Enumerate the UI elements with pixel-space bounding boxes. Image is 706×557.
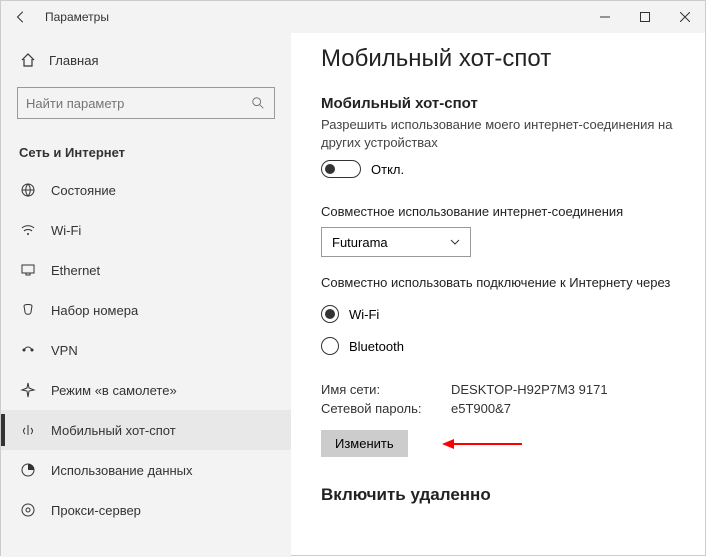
net-pass-value: e5T900&7 bbox=[451, 401, 511, 416]
sidebar-item-vpn[interactable]: VPN bbox=[1, 330, 291, 370]
proxy-icon bbox=[19, 501, 37, 519]
sidebar-item-hotspot[interactable]: Мобильный хот-спот bbox=[1, 410, 291, 450]
vpn-icon bbox=[19, 341, 37, 359]
hotspot-icon bbox=[19, 421, 37, 439]
sidebar-item-ethernet[interactable]: Ethernet bbox=[1, 250, 291, 290]
back-button[interactable] bbox=[1, 1, 41, 33]
minimize-button[interactable] bbox=[585, 1, 625, 33]
sidebar: Главная Сеть и Интернет Состояние Wi-Fi … bbox=[1, 33, 291, 557]
net-name-label: Имя сети: bbox=[321, 382, 451, 397]
toggle-state: Откл. bbox=[371, 162, 404, 177]
titlebar: Параметры bbox=[1, 1, 705, 33]
sidebar-item-label: Ethernet bbox=[51, 263, 100, 278]
close-button[interactable] bbox=[665, 1, 705, 33]
status-icon bbox=[19, 181, 37, 199]
net-name-value: DESKTOP-H92P7M3 9171 bbox=[451, 382, 608, 397]
search-icon bbox=[242, 96, 274, 110]
sidebar-item-dialup[interactable]: Набор номера bbox=[1, 290, 291, 330]
maximize-button[interactable] bbox=[625, 1, 665, 33]
sidebar-item-airplane[interactable]: Режим «в самолете» bbox=[1, 370, 291, 410]
hotspot-heading: Мобильный хот-спот bbox=[321, 95, 681, 112]
sidebar-item-wifi[interactable]: Wi-Fi bbox=[1, 210, 291, 250]
radio-bt-label: Bluetooth bbox=[349, 339, 404, 354]
sidebar-item-label: Набор номера bbox=[51, 303, 138, 318]
sidebar-item-label: Прокси-сервер bbox=[51, 503, 141, 518]
chevron-down-icon bbox=[450, 235, 460, 250]
hotspot-description: Разрешить использование моего интернет-с… bbox=[321, 116, 681, 152]
sidebar-item-label: Wi-Fi bbox=[51, 223, 81, 238]
hotspot-toggle[interactable] bbox=[321, 160, 361, 178]
sidebar-item-label: VPN bbox=[51, 343, 78, 358]
radio-wifi[interactable]: Wi-Fi bbox=[321, 298, 681, 330]
sidebar-item-status[interactable]: Состояние bbox=[1, 170, 291, 210]
search-field[interactable] bbox=[18, 96, 242, 111]
search-input[interactable] bbox=[17, 87, 275, 119]
radio-wifi-label: Wi-Fi bbox=[349, 307, 379, 322]
sidebar-item-label: Использование данных bbox=[51, 463, 193, 478]
main-panel: Мобильный хот-спот Мобильный хот-спот Ра… bbox=[291, 33, 705, 557]
radio-circle-icon bbox=[321, 337, 339, 355]
window-title: Параметры bbox=[45, 10, 109, 24]
share-select[interactable]: Futurama bbox=[321, 227, 471, 257]
share-value: Futurama bbox=[332, 235, 388, 250]
radio-bluetooth[interactable]: Bluetooth bbox=[321, 330, 681, 362]
ethernet-icon bbox=[19, 261, 37, 279]
net-pass-label: Сетевой пароль: bbox=[321, 401, 451, 416]
airplane-icon bbox=[19, 381, 37, 399]
edit-button[interactable]: Изменить bbox=[321, 430, 408, 457]
share-label: Совместное использование интернет-соедин… bbox=[321, 204, 681, 219]
dialup-icon bbox=[19, 301, 37, 319]
sidebar-item-label: Мобильный хот-спот bbox=[51, 423, 176, 438]
remote-heading: Включить удаленно bbox=[321, 485, 681, 505]
sidebar-item-label: Режим «в самолете» bbox=[51, 383, 177, 398]
data-icon bbox=[19, 461, 37, 479]
annotation-arrow bbox=[442, 436, 522, 452]
home-icon bbox=[19, 51, 37, 69]
home-button[interactable]: Главная bbox=[1, 45, 291, 75]
category-header: Сеть и Интернет bbox=[1, 131, 291, 170]
sidebar-item-proxy[interactable]: Прокси-сервер bbox=[1, 490, 291, 530]
page-title: Мобильный хот-спот bbox=[321, 45, 681, 73]
sidebar-item-datausage[interactable]: Использование данных bbox=[1, 450, 291, 490]
home-label: Главная bbox=[49, 53, 98, 68]
via-label: Совместно использовать подключение к Инт… bbox=[321, 275, 681, 290]
sidebar-item-label: Состояние bbox=[51, 183, 116, 198]
radio-circle-icon bbox=[321, 305, 339, 323]
wifi-icon bbox=[19, 221, 37, 239]
